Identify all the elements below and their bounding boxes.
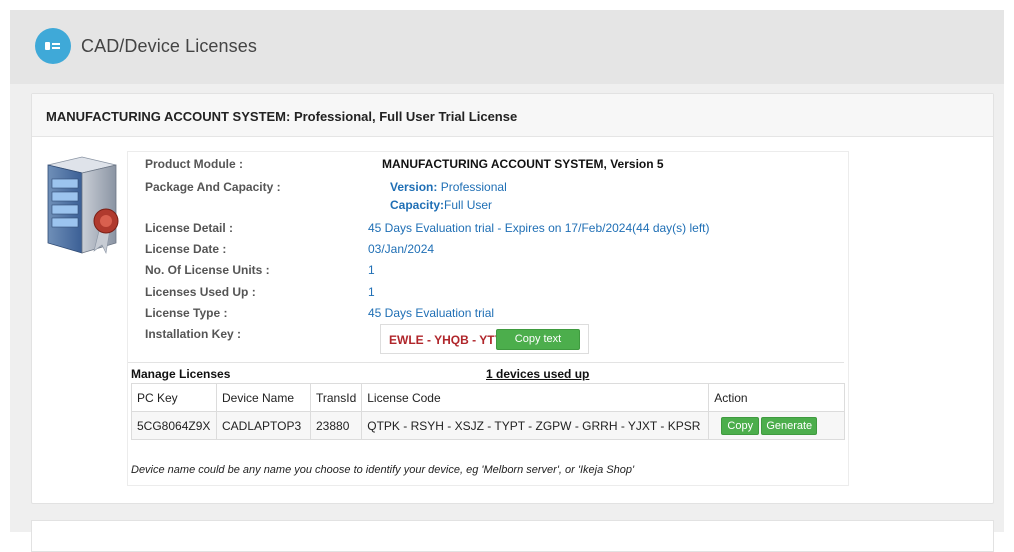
trans-id-cell: 23880 — [309, 411, 363, 440]
card-title: MANUFACTURING ACCOUNT SYSTEM: Profession… — [46, 109, 518, 124]
version-text: Professional — [437, 180, 507, 194]
page-header: CAD/Device Licenses — [10, 10, 1004, 84]
license-list-icon — [35, 28, 71, 64]
license-units-value: 1 — [368, 263, 375, 277]
device-name-cell: CADLAPTOP3 — [216, 411, 311, 440]
pc-key-cell: 5CG8064Z9X — [131, 411, 217, 440]
package-capacity-label: Package And Capacity : — [145, 180, 281, 194]
column-header-pc-key: PC Key — [131, 383, 217, 412]
license-type-label: License Type : — [145, 306, 228, 320]
license-detail-label: License Detail : — [145, 221, 234, 235]
licenses-table: PC Key Device Name TransId License Code … — [131, 383, 845, 440]
next-card — [31, 520, 994, 552]
product-module-label: Product Module : — [145, 157, 243, 171]
license-units-label: No. Of License Units : — [145, 263, 270, 277]
license-type-value: 45 Days Evaluation trial — [368, 306, 495, 320]
licenses-used-label: Licenses Used Up : — [145, 285, 256, 299]
manage-licenses-title: Manage Licenses — [131, 367, 231, 381]
installation-key-label: Installation Key : — [145, 327, 242, 341]
column-header-trans-id: TransId — [309, 383, 363, 412]
device-name-note: Device name could be any name you choose… — [131, 464, 635, 476]
column-header-license-code: License Code — [361, 383, 710, 412]
version-value: Version: Professional — [390, 180, 507, 194]
column-header-device-name: Device Name — [216, 383, 311, 412]
version-key: Version: — [390, 180, 438, 194]
server-certificate-icon — [47, 156, 119, 254]
license-date-label: License Date : — [145, 242, 227, 256]
installation-key-value: EWLE - YHQB - YTYX — [389, 333, 511, 347]
copy-text-button[interactable]: Copy text — [496, 329, 580, 350]
devices-used-link: 1 devices used up — [486, 367, 590, 381]
licenses-used-value: 1 — [368, 285, 375, 299]
product-module-value: MANUFACTURING ACCOUNT SYSTEM, Version 5 — [382, 157, 664, 171]
table-row: 5CG8064Z9X CADLAPTOP3 23880 QTPK - RSYH … — [131, 411, 845, 440]
license-date-value: 03/Jan/2024 — [368, 242, 435, 256]
license-detail-value: 45 Days Evaluation trial - Expires on 17… — [368, 221, 710, 235]
action-cell: Copy Generate — [708, 411, 845, 440]
copy-button[interactable]: Copy — [721, 417, 760, 435]
capacity-text: Full User — [444, 198, 493, 212]
installation-key-box: EWLE - YHQB - YTYX Copy text — [380, 324, 589, 354]
capacity-key: Capacity: — [390, 198, 445, 212]
capacity-value: Capacity:Full User — [390, 198, 492, 212]
generate-button[interactable]: Generate — [761, 417, 818, 435]
card-header: MANUFACTURING ACCOUNT SYSTEM: Profession… — [32, 94, 993, 137]
column-header-action: Action — [708, 383, 845, 412]
page-title: CAD/Device Licenses — [81, 36, 257, 56]
table-header-row: PC Key Device Name TransId License Code … — [131, 383, 845, 412]
license-code-cell: QTPK - RSYH - XSJZ - TYPT - ZGPW - GRRH … — [361, 411, 710, 440]
section-divider — [128, 362, 844, 363]
